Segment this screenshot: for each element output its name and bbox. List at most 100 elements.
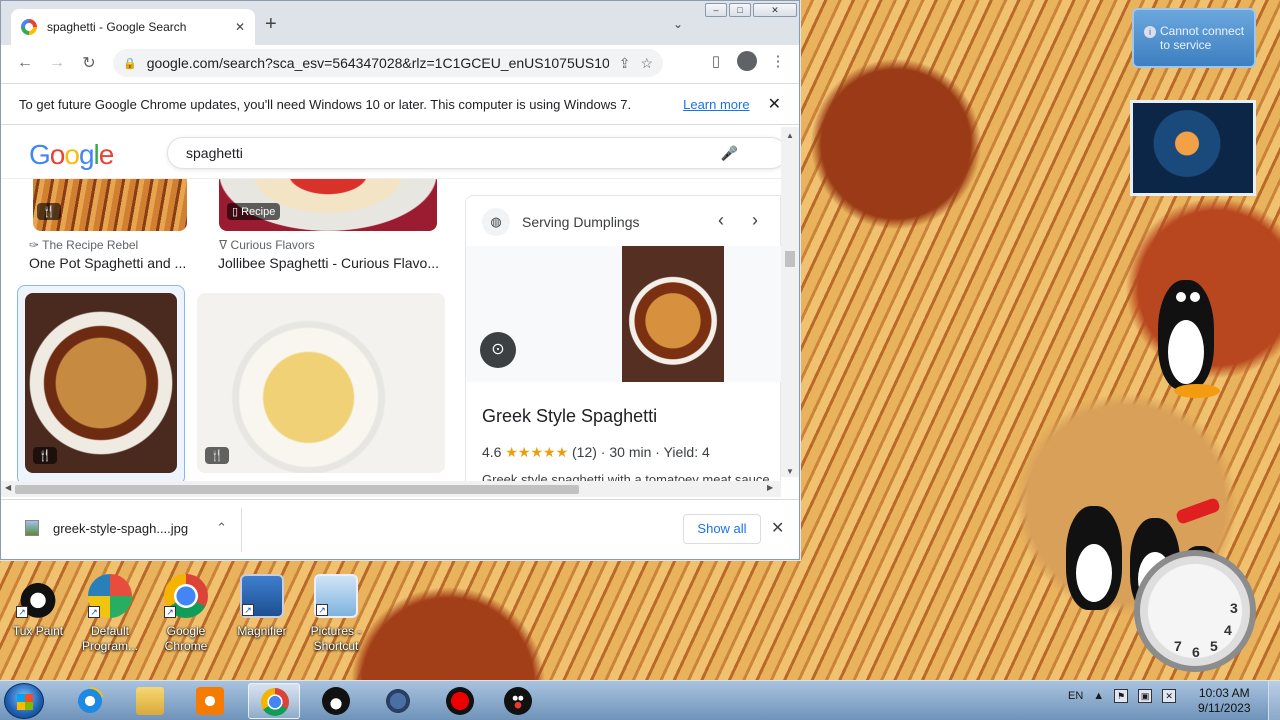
taskbar-tux-paint[interactable] — [310, 683, 362, 719]
clock-gadget[interactable]: 3 4 5 6 7 — [1134, 550, 1256, 672]
info-icon: i — [1144, 26, 1156, 38]
previous-chevron-icon[interactable]: ‹ — [718, 210, 724, 231]
shelf-close-icon[interactable]: ✕ — [771, 518, 784, 538]
pingu-penguin-icon — [1154, 280, 1224, 402]
google-logo[interactable]: Google — [29, 139, 114, 171]
media-player-icon — [196, 687, 224, 715]
taskbar-recorder[interactable] — [434, 683, 486, 719]
scroll-left-arrow-icon[interactable]: ◀ — [5, 483, 11, 492]
record-icon — [446, 687, 474, 715]
url-text[interactable]: google.com/search?sca_esv=564347028&rlz=… — [147, 55, 609, 71]
taskbar-app-cloud[interactable] — [372, 683, 424, 719]
forward-arrow-icon[interactable]: → — [41, 54, 73, 72]
microphone-icon[interactable]: 🎤 — [721, 145, 738, 162]
address-bar[interactable]: 🔒 google.com/search?sca_esv=564347028&rl… — [113, 49, 663, 77]
learn-more-link[interactable]: Learn more — [683, 97, 749, 112]
window-controls: – □ ✕ — [705, 3, 797, 17]
taskbar-file-explorer[interactable] — [124, 683, 176, 719]
chrome-icon — [261, 688, 289, 716]
back-arrow-icon[interactable]: ← — [9, 54, 41, 72]
taskbar: EN ▲ ⚑ ▣ ✕ 10:03 AM 9/11/2023 — [0, 680, 1280, 720]
desktop-icon-magnifier[interactable]: ↗ Magnifier — [224, 574, 300, 639]
new-tab-button[interactable]: + — [265, 13, 277, 36]
start-button[interactable] — [4, 683, 44, 719]
close-window-button[interactable]: ✕ — [753, 3, 797, 17]
gadget-message: Cannot connect to service — [1160, 24, 1245, 52]
desktop-icon-google-chrome[interactable]: ↗ Google Chrome — [148, 574, 224, 654]
windows-logo-icon — [17, 694, 33, 710]
profile-avatar-icon[interactable] — [737, 51, 757, 71]
slideshow-gadget-jellyfish[interactable] — [1130, 100, 1256, 196]
download-item[interactable]: greek-style-spagh....jpg ⌃ — [25, 520, 227, 536]
show-hidden-icons-icon[interactable]: ▲ — [1093, 690, 1104, 702]
scroll-up-arrow-icon[interactable]: ▲ — [786, 131, 794, 140]
taskbar-pingu-app[interactable] — [492, 683, 544, 719]
internet-explorer-icon — [76, 687, 104, 715]
desktop-icon-pictures-shortcut[interactable]: ↗ Pictures - Shortcut — [298, 574, 374, 654]
bookmark-star-icon[interactable]: ☆ — [640, 55, 653, 72]
panel-title[interactable]: Greek Style Spaghetti — [482, 406, 657, 427]
google-favicon-icon — [21, 19, 37, 35]
cloud-app-icon — [384, 687, 412, 715]
desktop-icon-default-programs[interactable]: ↗ Default Program... — [72, 574, 148, 654]
tux-paint-icon — [322, 687, 350, 715]
taskbar-clock[interactable]: 10:03 AM 9/11/2023 — [1198, 686, 1251, 716]
search-query[interactable]: spaghetti — [186, 145, 721, 161]
side-panel-icon[interactable]: ▯ — [705, 52, 727, 70]
share-icon[interactable]: ⇪ — [619, 55, 631, 72]
weather-gadget[interactable]: i Cannot connect to service — [1132, 8, 1256, 68]
result-badge-utensils: 🍴 — [205, 447, 229, 464]
volume-muted-icon[interactable]: ✕ — [1162, 689, 1177, 703]
vertical-scroll-thumb[interactable] — [785, 251, 795, 267]
google-lens-icon[interactable]: ⊙ — [480, 332, 516, 368]
download-filename[interactable]: greek-style-spagh....jpg — [53, 521, 188, 536]
chevron-up-icon[interactable]: ⌃ — [216, 520, 227, 536]
scroll-down-arrow-icon[interactable]: ▼ — [786, 467, 794, 476]
horizontal-scrollbar[interactable]: ◀ ▶ — [1, 481, 781, 497]
next-chevron-icon[interactable]: › — [752, 210, 758, 231]
horizontal-scroll-thumb[interactable] — [15, 485, 579, 494]
tab-strip: spaghetti - Google Search ✕ + ⌄ – □ ✕ — [1, 1, 799, 45]
result-title-one-pot[interactable]: One Pot Spaghetti and ... — [29, 255, 189, 271]
result-badge-utensils: 🍴 — [37, 203, 61, 220]
site-logo-icon: ◍ — [482, 208, 510, 236]
taskbar-media-player[interactable] — [184, 683, 236, 719]
panel-site-name[interactable]: Serving Dumplings — [522, 214, 640, 230]
download-shelf: greek-style-spagh....jpg ⌃ Show all ✕ — [1, 499, 799, 559]
result-image-carbonara[interactable]: 🍴 — [197, 293, 445, 473]
chrome-icon: ↗ — [164, 574, 208, 618]
show-all-button[interactable]: Show all — [683, 514, 761, 544]
scroll-right-arrow-icon[interactable]: ▶ — [767, 483, 773, 492]
show-desktop-button[interactable] — [1268, 681, 1280, 720]
action-center-flag-icon[interactable]: ⚑ — [1114, 689, 1129, 703]
clock-number: 6 — [1192, 644, 1200, 660]
vertical-scrollbar[interactable]: ▲ ▼ — [781, 127, 799, 477]
taskbar-time: 10:03 AM — [1198, 686, 1250, 700]
tab-close-icon[interactable]: ✕ — [235, 20, 245, 34]
reload-icon[interactable]: ↻ — [73, 53, 105, 73]
tab-search-chevron-icon[interactable]: ⌄ — [673, 17, 683, 31]
chrome-window: spaghetti - Google Search ✕ + ⌄ – □ ✕ ← … — [0, 0, 800, 560]
taskbar-google-chrome[interactable] — [248, 683, 300, 719]
minimize-button[interactable]: – — [705, 3, 727, 17]
clock-number: 7 — [1174, 638, 1182, 654]
language-indicator[interactable]: EN — [1068, 690, 1083, 702]
menu-kebab-icon[interactable]: ⋮ — [767, 52, 789, 70]
preview-image-area: ⊙ — [466, 246, 782, 382]
system-tray: EN ▲ ⚑ ▣ ✕ — [1068, 689, 1177, 703]
desktop-icon-tux-paint[interactable]: ↗ Tux Paint — [0, 574, 76, 639]
result-image-greek-spaghetti[interactable]: 🍴 — [25, 293, 177, 473]
search-input[interactable]: spaghetti 🎤 — [167, 137, 787, 169]
tab-google-search[interactable]: spaghetti - Google Search ✕ — [11, 9, 255, 45]
default-programs-icon: ↗ — [88, 574, 132, 618]
restore-button[interactable]: □ — [729, 3, 751, 17]
taskbar-internet-explorer[interactable] — [64, 683, 116, 719]
infobar-close-icon[interactable]: ✕ — [768, 94, 781, 114]
tux-paint-icon: ↗ — [16, 574, 60, 618]
preview-image[interactable] — [622, 246, 724, 382]
network-icon[interactable]: ▣ — [1138, 689, 1153, 703]
infobar-message: To get future Google Chrome updates, you… — [19, 96, 632, 112]
result-title-jollibee[interactable]: Jollibee Spaghetti - Curious Flavo... — [218, 255, 444, 271]
result-badge-recipe: ▯ Recipe — [227, 203, 281, 220]
search-results-page: 🍴 ▯ Recipe ✑ The Recipe Rebel One Pot Sp… — [1, 127, 799, 497]
